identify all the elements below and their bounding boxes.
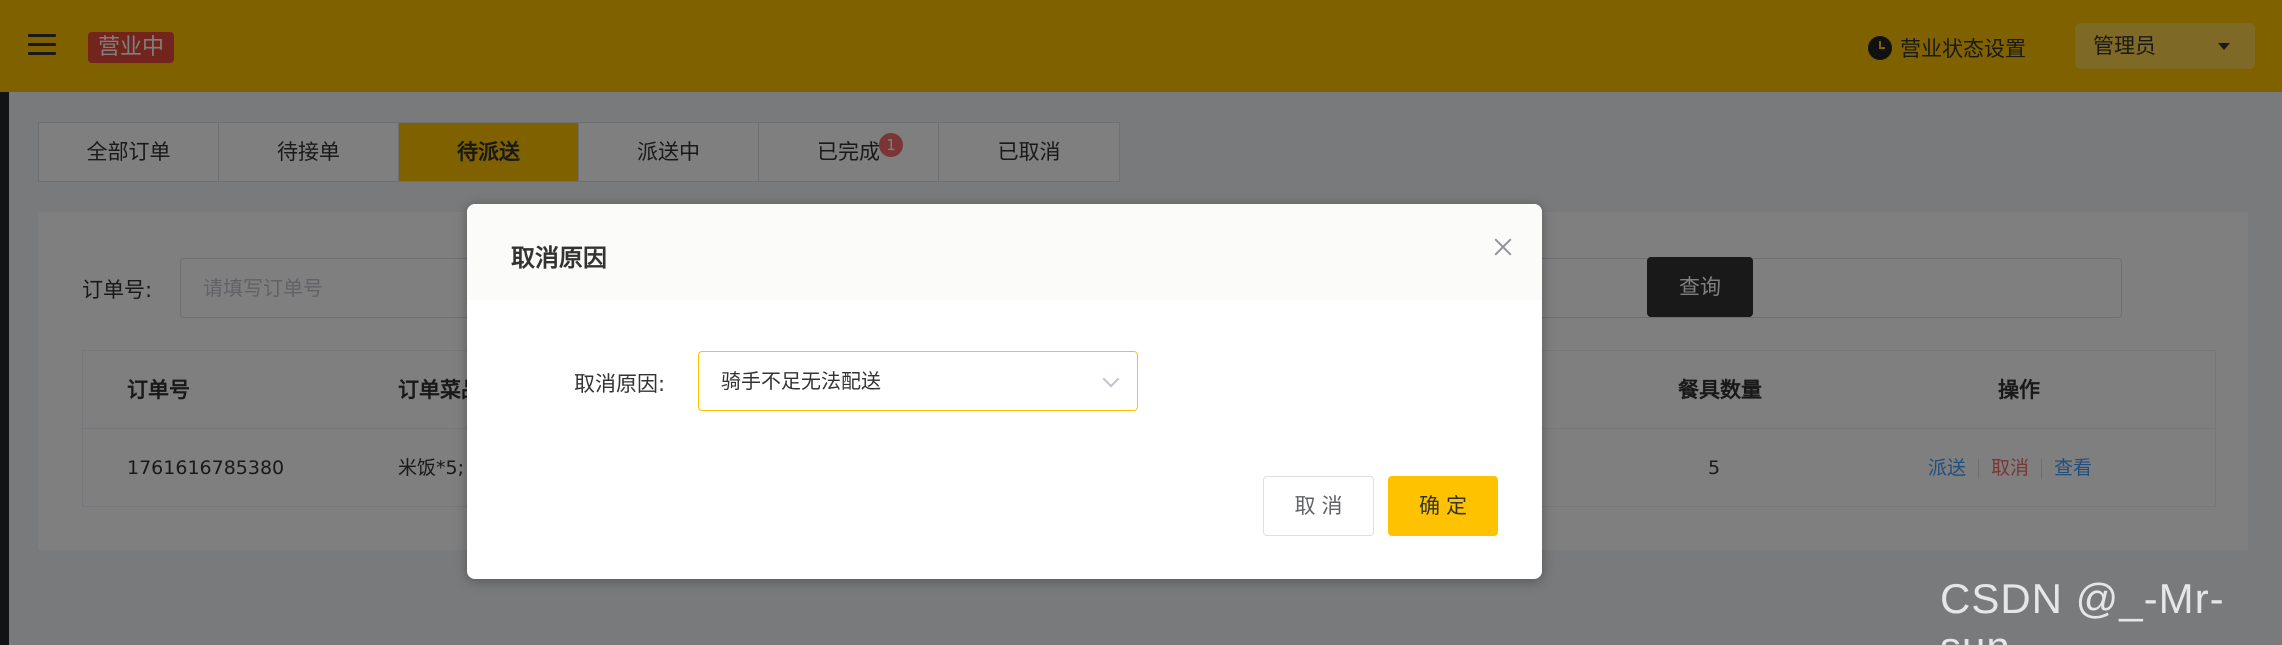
cancel-reason-value: 骑手不足无法配送 (721, 369, 881, 393)
close-icon[interactable] (1492, 236, 1514, 258)
confirm-button[interactable]: 确定 (1388, 476, 1498, 536)
cancel-reason-dialog: 取消原因 取消原因: 骑手不足无法配送 取消 确定 (467, 204, 1542, 579)
cancel-reason-select[interactable]: 骑手不足无法配送 (698, 351, 1138, 411)
cancel-button[interactable]: 取消 (1263, 476, 1374, 536)
dialog-header: 取消原因 (467, 204, 1542, 300)
cancel-reason-label: 取消原因: (574, 372, 666, 396)
chevron-down-icon (1102, 370, 1120, 388)
watermark: CSDN @_-Mr-sun (1940, 575, 2225, 645)
dialog-title: 取消原因 (511, 244, 607, 272)
